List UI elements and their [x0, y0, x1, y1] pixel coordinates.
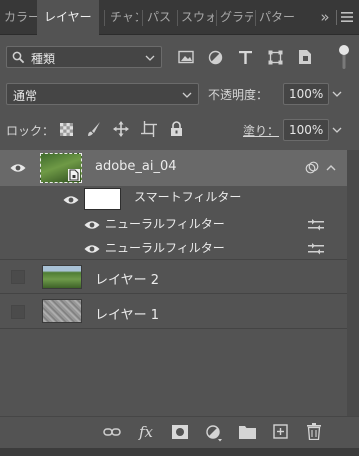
lock-artboard-icon[interactable] [141, 121, 157, 137]
opacity-dropdown-icon[interactable] [332, 89, 342, 99]
collapse-arrow-icon[interactable] [326, 163, 336, 173]
visibility-eye-icon[interactable] [63, 195, 79, 205]
fill-value: 100% [289, 123, 324, 137]
tab-color[interactable]: カラー [4, 0, 37, 35]
opacity-label: 不透明度： [208, 88, 269, 102]
visibility-eye-icon[interactable] [84, 220, 100, 230]
layer-name[interactable]: レイヤー 2 [95, 269, 159, 288]
layer-row-layer-1[interactable]: レイヤー 1 [0, 294, 347, 329]
tab-paths[interactable]: パス [147, 0, 173, 35]
shape-layer-filter-icon[interactable] [268, 50, 283, 65]
new-group-folder-icon[interactable] [239, 425, 256, 439]
panel-menu-icon[interactable] [341, 11, 353, 23]
tab-overflow-icon[interactable]: » [317, 8, 333, 26]
lock-image-pixels-icon[interactable] [86, 121, 102, 137]
layer-thumbnail [42, 299, 82, 323]
lock-transparent-pixels-icon[interactable] [60, 123, 73, 136]
visibility-toggle-empty[interactable] [11, 305, 25, 319]
fill-label: 塗り： [243, 124, 280, 138]
filter-name[interactable]: ニューラルフィルター [105, 239, 225, 256]
layers-scrollbar[interactable] [347, 150, 359, 416]
layer-name[interactable]: adobe_ai_04 [95, 159, 177, 174]
smart-filter-mask-thumbnail[interactable] [84, 188, 121, 210]
layers-list: adobe_ai_04 スマートフィルター ニューラルフィルター ニューラルフィ… [0, 150, 359, 418]
new-adjustment-layer-icon[interactable] [205, 424, 223, 442]
filter-kind-label: 種類 [31, 52, 56, 66]
smart-object-filter-icon[interactable] [298, 49, 312, 65]
delete-layer-trash-icon[interactable] [307, 423, 321, 440]
pixel-layer-filter-icon[interactable] [178, 50, 194, 64]
layers-footer: fx [0, 416, 359, 448]
panel-tab-bar: カラー レイヤー チャンネル パス スウォッチ グラデーション パターン » [0, 0, 359, 36]
tab-channels[interactable]: チャンネル [110, 0, 138, 35]
tab-gradients[interactable]: グラデーション [220, 0, 253, 35]
tab-swatches[interactable]: スウォッチ [181, 0, 214, 35]
layer-row-layer-2[interactable]: レイヤー 2 [0, 260, 347, 294]
filter-toggle-switch[interactable] [338, 44, 350, 70]
tab-divider [255, 10, 256, 26]
filter-row-neural-1[interactable]: ニューラルフィルター [0, 212, 347, 236]
panel-bottom-edge [0, 448, 359, 456]
layer-thumbnail [42, 265, 82, 289]
lock-row: ロック： 塗り： 100% [0, 115, 359, 145]
smart-filter-label: スマートフィルター [134, 190, 242, 204]
visibility-eye-icon[interactable] [10, 163, 26, 173]
opacity-input[interactable]: 100% [283, 83, 329, 105]
link-layers-icon[interactable] [103, 426, 121, 438]
filter-blending-options-icon[interactable] [308, 219, 324, 231]
tab-divider [142, 10, 143, 26]
filter-row: 種類 [0, 35, 359, 79]
adjustment-layer-filter-icon[interactable] [208, 50, 223, 65]
blend-mode-value: 通常 [13, 89, 38, 103]
tab-divider [177, 10, 178, 26]
smart-filter-row[interactable]: スマートフィルター [0, 186, 347, 212]
filter-kind-select[interactable]: 種類 [6, 46, 162, 68]
tab-divider [104, 10, 105, 26]
tab-divider [216, 10, 217, 26]
fill-dropdown-icon[interactable] [332, 125, 342, 135]
layer-name[interactable]: レイヤー 1 [95, 304, 159, 323]
tab-layers[interactable]: レイヤー [37, 0, 99, 36]
smart-object-indicator-icon [305, 161, 319, 175]
fill-input[interactable]: 100% [283, 119, 329, 141]
search-icon [12, 51, 25, 64]
smart-object-badge-icon [68, 169, 80, 181]
chevron-down-icon [182, 90, 192, 100]
chevron-down-icon [145, 53, 155, 63]
add-mask-icon[interactable] [172, 425, 188, 439]
filter-blending-options-icon[interactable] [308, 243, 324, 255]
filter-name[interactable]: ニューラルフィルター [105, 215, 225, 232]
lock-position-icon[interactable] [113, 121, 129, 137]
lock-label: ロック： [6, 124, 55, 138]
fx-button[interactable]: fx [139, 423, 153, 441]
visibility-toggle-empty[interactable] [11, 270, 25, 284]
filter-row-neural-2[interactable]: ニューラルフィルター [0, 236, 347, 260]
blend-mode-select[interactable]: 通常 [6, 83, 199, 105]
tab-bar-right: » [313, 0, 359, 35]
visibility-eye-icon[interactable] [84, 244, 100, 254]
opacity-value: 100% [289, 87, 324, 101]
lock-all-icon[interactable] [170, 121, 183, 137]
type-layer-filter-icon[interactable] [238, 50, 253, 65]
layer-thumbnail [40, 153, 82, 183]
layer-row-smart-object[interactable]: adobe_ai_04 [0, 150, 347, 186]
tab-patterns[interactable]: パターン [259, 0, 295, 35]
new-layer-icon[interactable] [273, 424, 288, 439]
blend-row: 通常 不透明度： 100% [0, 81, 359, 109]
tab-divider [336, 10, 337, 25]
